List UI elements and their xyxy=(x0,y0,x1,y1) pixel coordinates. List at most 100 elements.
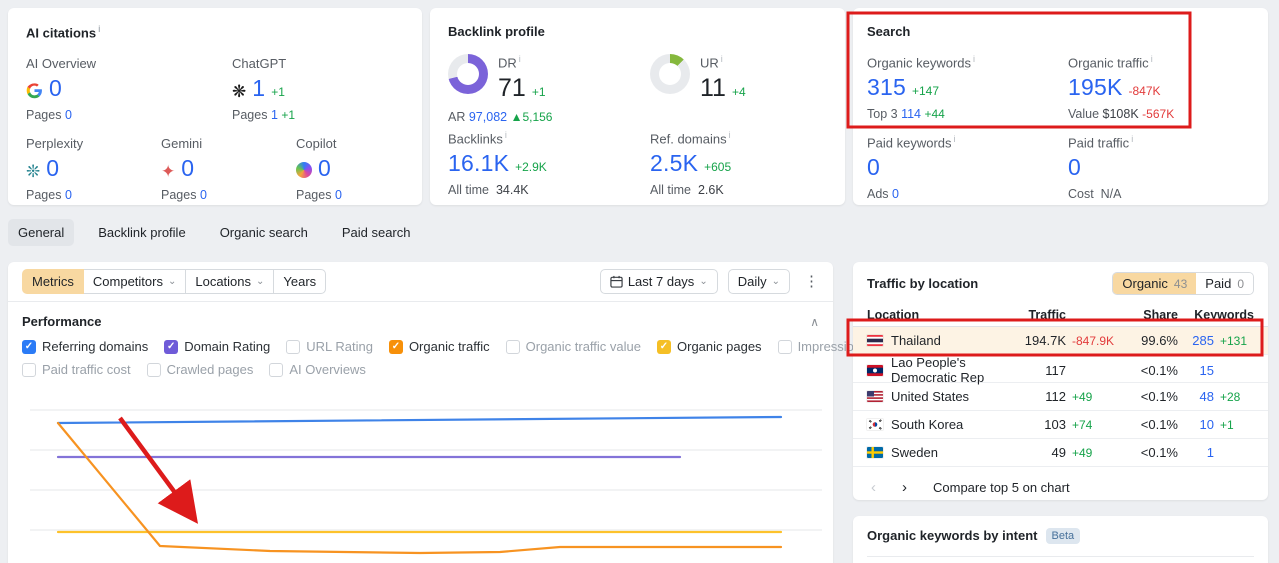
perplexity-pages[interactable]: 0 xyxy=(65,188,72,202)
ahrefs-rank: AR 97,082 ▲5,156 xyxy=(448,110,553,124)
backlinks-value[interactable]: 16.1K xyxy=(448,150,509,177)
gemini-metric: Gemini ✦ 0 Pages 0 xyxy=(161,136,207,202)
chatgpt-value[interactable]: 1 xyxy=(252,75,265,102)
ur-donut-chart xyxy=(650,54,690,94)
paid-traffic-metric: Paid traffic i 0 Cost N/A xyxy=(1068,134,1134,202)
more-options-kebab-icon[interactable]: ⋮ xyxy=(804,274,819,289)
organic-traffic-value[interactable]: 195K xyxy=(1068,74,1123,101)
tab-backlink-profile[interactable]: Backlink profile xyxy=(88,219,195,246)
backlink-profile-title: Backlink profile xyxy=(448,24,545,39)
tab-general[interactable]: General xyxy=(8,219,75,246)
unchecked-checkbox-icon[interactable] xyxy=(146,362,161,377)
performance-line-chart[interactable] xyxy=(8,380,833,563)
url-rating-block: UR i 11 +4 xyxy=(650,54,746,103)
location-table-header: Location Traffic Share Keywords xyxy=(853,303,1268,327)
metric-checkbox-referring-domains[interactable]: ✓ Referring domains xyxy=(22,339,148,354)
locations-button[interactable]: Locations ⌄ xyxy=(186,269,275,294)
metric-checkbox-crawled-pages[interactable]: Crawled pages xyxy=(146,362,253,377)
metric-checkbox-domain-rating[interactable]: ✓ Domain Rating xyxy=(164,339,270,354)
organic-keywords-value[interactable]: 315 xyxy=(867,74,906,101)
copilot-pages[interactable]: 0 xyxy=(335,188,342,202)
domain-rating-block: DR i 71 +1 xyxy=(448,54,546,103)
organic-traffic-metric: Organic traffic i 195K -847K Value $108K -… xyxy=(1068,54,1175,122)
beta-badge: Beta xyxy=(1045,528,1081,544)
metric-checkbox-row-2: Paid traffic cost Crawled pages AI Overvie… xyxy=(8,358,833,381)
traffic-by-location-card: Traffic by location Organic 43 Paid 0 Loca… xyxy=(853,262,1268,500)
table-row-united-states[interactable]: United States 112 +49 <0.1% 48 +28 xyxy=(853,383,1268,411)
report-tabbar: General Backlink profile Organic search … xyxy=(8,219,421,246)
unchecked-checkbox-icon[interactable] xyxy=(22,362,36,377)
metric-checkbox-organic-pages[interactable]: ✓ Organic pages xyxy=(657,339,762,354)
paid-keywords-value[interactable]: 0 xyxy=(867,154,880,181)
table-row-south-korea[interactable]: South Korea 103 +74 <0.1% 10 +1 xyxy=(853,411,1268,439)
copilot-metric: Copilot 0 Pages 0 xyxy=(296,136,342,202)
paid-keywords-metric: Paid keywords i 0 Ads 0 xyxy=(867,134,956,202)
unchecked-checkbox-icon[interactable] xyxy=(286,339,301,354)
prev-page-chevron-icon[interactable]: ‹ xyxy=(871,479,876,496)
ai-overview-pages[interactable]: 0 xyxy=(65,108,72,122)
checked-checkbox-icon[interactable]: ✓ xyxy=(388,339,403,354)
ref-domains-value[interactable]: 2.5K xyxy=(650,150,698,177)
ar-value[interactable]: 97,082 xyxy=(469,110,507,124)
chevron-down-icon: ⌄ xyxy=(771,276,780,287)
info-icon: i xyxy=(98,24,101,34)
sweden-flag-icon xyxy=(867,447,883,458)
ai-overview-value[interactable]: 0 xyxy=(49,75,62,102)
checked-checkbox-icon[interactable]: ✓ xyxy=(657,339,671,354)
performance-title: Performance xyxy=(22,314,102,329)
organic-toggle[interactable]: Organic 43 xyxy=(1113,273,1197,294)
backlink-profile-card: Backlink profile DR i 71 +1 AR 97,082 ▲5,1… xyxy=(430,8,845,205)
filter-toolbar: Metrics Competitors ⌄ Locations ⌄ Years La… xyxy=(8,262,833,302)
organic-paid-toggle: Organic 43 Paid 0 xyxy=(1112,272,1254,295)
paid-traffic-value[interactable]: 0 xyxy=(1068,154,1081,181)
unchecked-checkbox-icon[interactable] xyxy=(777,339,792,354)
checked-checkbox-icon[interactable]: ✓ xyxy=(22,339,36,354)
us-flag-icon xyxy=(867,391,883,402)
paid-toggle[interactable]: Paid 0 xyxy=(1196,273,1253,294)
perplexity-value[interactable]: 0 xyxy=(46,155,59,182)
metric-checkbox-url-rating[interactable]: URL Rating xyxy=(286,339,373,354)
chevron-down-icon: ⌄ xyxy=(699,276,708,287)
south-korea-flag-icon xyxy=(867,419,883,430)
metrics-button[interactable]: Metrics xyxy=(22,269,84,294)
search-card: Search Organic keywords i 315 +147 Top 3 1… xyxy=(853,8,1268,205)
metric-checkbox-ai-overviews[interactable]: AI Overviews xyxy=(269,362,366,377)
backlinks-metric: Backlinks i 16.1K +2.9K All time 34.4K xyxy=(448,130,547,198)
copilot-value[interactable]: 0 xyxy=(318,155,331,182)
years-button[interactable]: Years xyxy=(274,269,327,294)
metric-checkbox-organic-traffic-value[interactable]: Organic traffic value xyxy=(505,339,641,354)
google-icon xyxy=(26,80,43,100)
laos-flag-icon xyxy=(867,364,883,376)
gemini-pages[interactable]: 0 xyxy=(200,188,207,202)
ads-value[interactable]: 0 xyxy=(892,187,899,201)
table-row-laos[interactable]: Lao People's Democratic Rep 117 <0.1% 15 xyxy=(853,355,1268,385)
dr-donut-chart xyxy=(448,54,488,94)
perplexity-metric: Perplexity ❊ 0 Pages 0 xyxy=(26,136,84,202)
collapse-chevron-icon[interactable]: ∧ xyxy=(810,315,819,329)
top3-value[interactable]: 114 xyxy=(901,107,921,121)
chatgpt-pages[interactable]: 1 xyxy=(271,108,278,122)
table-row-thailand[interactable]: Thailand 194.7K -847.9K 99.6% 285 +131 xyxy=(853,327,1268,355)
tab-organic-search[interactable]: Organic search xyxy=(210,219,318,246)
ai-citations-card: AI citations i AI Overview 0 Pages 0 Chat… xyxy=(8,8,422,205)
competitors-button[interactable]: Competitors ⌄ xyxy=(83,269,187,294)
compare-top5-link[interactable]: Compare top 5 on chart xyxy=(933,480,1070,495)
overview-main-card: Metrics Competitors ⌄ Locations ⌄ Years La… xyxy=(8,262,965,563)
unchecked-checkbox-icon[interactable] xyxy=(269,362,284,377)
gemini-value[interactable]: 0 xyxy=(181,155,194,182)
checked-checkbox-icon[interactable]: ✓ xyxy=(164,339,179,354)
chatgpt-icon: ❋ xyxy=(232,82,247,101)
table-row-sweden[interactable]: Sweden 49 +49 <0.1% 1 xyxy=(853,439,1268,467)
calendar-icon xyxy=(610,275,623,288)
next-page-chevron-icon[interactable]: › xyxy=(902,479,907,496)
unchecked-checkbox-icon[interactable] xyxy=(505,339,520,354)
granularity-button[interactable]: Daily ⌄ xyxy=(727,269,790,294)
metric-checkbox-organic-traffic[interactable]: ✓ Organic traffic xyxy=(388,339,490,354)
thailand-flag-icon xyxy=(867,335,883,346)
chevron-down-icon: ⌄ xyxy=(256,276,265,287)
gemini-icon: ✦ xyxy=(161,162,176,181)
metric-checkbox-paid-traffic-cost[interactable]: Paid traffic cost xyxy=(22,362,131,377)
metric-checkbox-row-1: ✓ Referring domains ✓ Domain Rating URL Rati… xyxy=(8,335,965,358)
date-range-button[interactable]: Last 7 days ⌄ xyxy=(599,269,718,294)
tab-paid-search[interactable]: Paid search xyxy=(332,219,421,246)
